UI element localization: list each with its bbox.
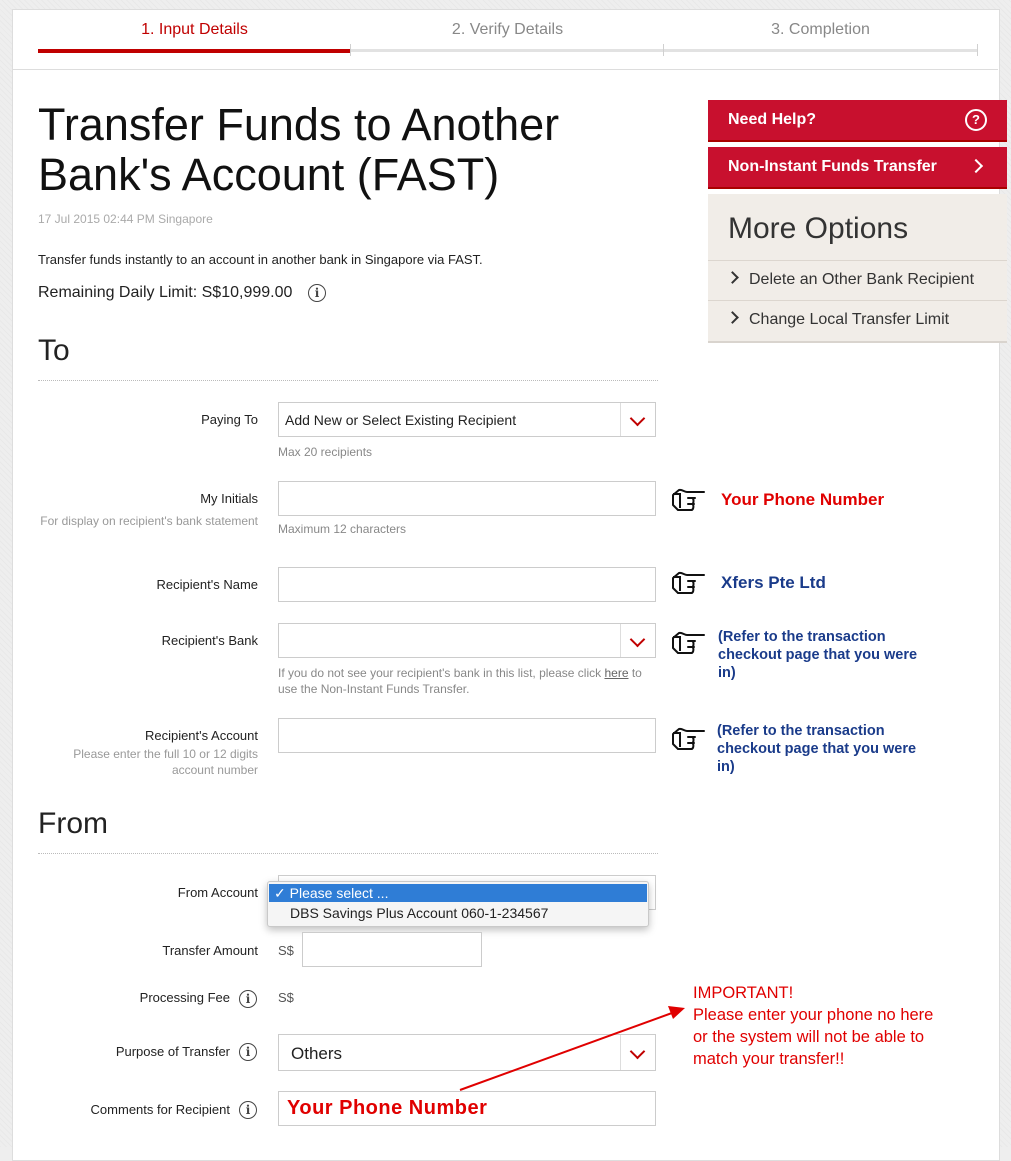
annotation-arrow [459, 1006, 685, 1091]
